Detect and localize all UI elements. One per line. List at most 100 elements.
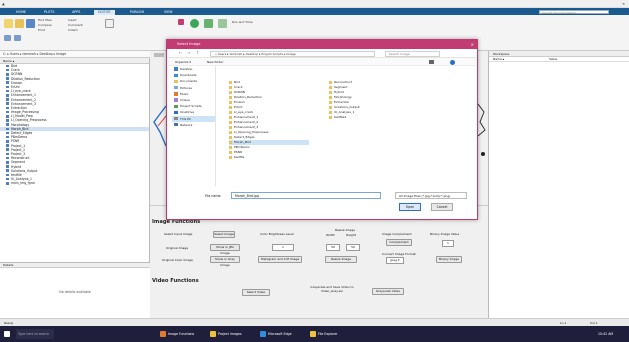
- dialog-search-input[interactable]: Search Image: [385, 50, 440, 57]
- tab-view[interactable]: VIEW: [160, 10, 177, 15]
- run-and-time-label[interactable]: Run and Time: [232, 20, 253, 24]
- run-section-icon[interactable]: [218, 19, 227, 28]
- image-file-icon: [329, 91, 333, 94]
- dialog-nav-label: Network: [180, 122, 193, 127]
- folder-file-item[interactable]: main_img_fgnd: [0, 181, 149, 185]
- file-icon: [6, 119, 9, 122]
- new-folder-button[interactable]: New folder: [207, 58, 223, 66]
- cancel-button[interactable]: Cancel: [431, 203, 453, 211]
- organize-menu[interactable]: Organize ▾: [175, 58, 191, 66]
- select-video-button[interactable]: Select Video: [242, 289, 270, 296]
- dialog-file-item[interactable]: testfile: [229, 155, 309, 160]
- forward-arrow-icon[interactable]: →: [187, 50, 190, 55]
- editor-tab[interactable]: [154, 53, 164, 57]
- taskbar-item-edge[interactable]: Microsoft Edge: [260, 329, 292, 339]
- grayscale-video-button[interactable]: Grayscale Video: [372, 288, 404, 295]
- save-icon[interactable]: [26, 19, 35, 28]
- back-arrow-icon[interactable]: ←: [179, 50, 182, 55]
- show-gray-button[interactable]: Show in Gray Image: [210, 256, 240, 267]
- comment-label[interactable]: Comment: [68, 23, 83, 27]
- dialog-file-label: Enhancement_1: [234, 115, 259, 119]
- file-icon: [6, 106, 9, 110]
- workspace-name-column[interactable]: Name ▴: [493, 57, 504, 62]
- image-gui-figure: Image Functions Select Input Image Selec…: [150, 205, 488, 317]
- dialog-file-label: LI_eye_crack: [234, 110, 254, 114]
- dialog-file-label: Dilation_Reduction: [234, 95, 263, 99]
- taskbar-item-project-images[interactable]: Project Images: [210, 329, 242, 339]
- dialog-file-item[interactable]: testfile2: [329, 115, 409, 120]
- image-file-icon: [229, 146, 233, 149]
- brightness-input[interactable]: 1: [272, 244, 294, 251]
- height-input[interactable]: 50: [346, 244, 360, 251]
- dialog-file-label: PSNR: [234, 150, 243, 154]
- dialog-file-label: Crack: [234, 85, 243, 89]
- indent-label[interactable]: Indent: [68, 28, 78, 32]
- details-text: No details available: [59, 290, 91, 294]
- image-file-icon: [329, 116, 333, 119]
- dialog-file-label: Erosion: [234, 100, 246, 104]
- print-label[interactable]: Print: [38, 28, 45, 32]
- tab-plots[interactable]: PLOTS: [40, 10, 58, 15]
- run-icon[interactable]: [190, 19, 199, 28]
- complement-button[interactable]: Complement: [386, 239, 412, 246]
- taskbar-item-image-functions[interactable]: Image Functions: [160, 329, 194, 339]
- start-icon[interactable]: [4, 329, 12, 339]
- dialog-nav-label: Project Scripts: [180, 104, 202, 109]
- resize-image-button[interactable]: Resize Image: [325, 256, 357, 263]
- binary-value-input[interactable]: 1: [442, 240, 454, 247]
- select-image-button[interactable]: Select Image: [213, 231, 235, 238]
- taskbar-clock: 10:42 AM: [598, 332, 614, 336]
- workspace-value-column[interactable]: Value: [549, 57, 557, 62]
- histogram-cdf-button[interactable]: Histogram and Cdf Image: [258, 256, 302, 263]
- open-button[interactable]: Open: [399, 203, 421, 211]
- dialog-address-bar[interactable]: « Users ▸ tammah ▸ Desktop ▸ Project Scr…: [210, 50, 375, 57]
- nav-forward-icon[interactable]: [14, 35, 21, 41]
- binary-image-button[interactable]: Binary Image: [436, 256, 462, 263]
- dialog-nav-pane: Desktop Downloads Documents Pictures Music Vi…: [172, 66, 216, 186]
- nav-folder-icon: [174, 104, 178, 108]
- tab-publish[interactable]: PUBLISH: [126, 10, 148, 15]
- width-input[interactable]: 50: [326, 244, 340, 251]
- dialog-title-bar: Select Image ✕: [167, 40, 477, 49]
- up-arrow-icon[interactable]: ↑: [196, 50, 199, 55]
- image-file-icon: [329, 96, 333, 99]
- view-options-icon[interactable]: [429, 60, 434, 64]
- tab-apps[interactable]: APPS: [68, 10, 84, 15]
- tab-home[interactable]: HOME: [12, 10, 30, 15]
- current-folder-path[interactable]: C: ▸ Users ▸ tammah ▸ Desktop ▸ Image: [0, 51, 150, 58]
- nav-folder-icon: [174, 79, 178, 84]
- format-select[interactable]: Jpeg ▾: [386, 257, 404, 264]
- image-file-icon: [329, 106, 333, 109]
- filename-label: File name:: [205, 194, 222, 198]
- file-icon: [6, 68, 9, 72]
- dialog-file-label: Enhancement_2: [234, 120, 259, 124]
- filename-input[interactable]: Morph_Bird.jpg: [231, 192, 381, 199]
- goto-icon[interactable]: [105, 19, 114, 28]
- insert-label[interactable]: Insert: [68, 18, 77, 22]
- taskbar-search[interactable]: Type here to search: [16, 329, 54, 339]
- show-jpg-button[interactable]: Show in JPG Image: [210, 244, 240, 255]
- run-advance-icon[interactable]: [204, 19, 213, 28]
- filetype-select[interactable]: All Image Files (*.jpg;*.bmp;*.png): [395, 192, 467, 199]
- image-file-icon: [229, 96, 233, 99]
- resize-image-label: Resize Image: [335, 228, 355, 232]
- help-icon[interactable]: [450, 59, 455, 65]
- dialog-nav-item[interactable]: Network: [172, 122, 215, 128]
- new-file-icon[interactable]: [4, 19, 13, 28]
- compare-label[interactable]: Compare: [38, 23, 52, 27]
- file-icon: [6, 161, 9, 164]
- documentation-search-input[interactable]: Search Documentation: [539, 9, 609, 15]
- file-icon: [6, 81, 9, 85]
- dialog-close-icon[interactable]: ✕: [471, 40, 474, 49]
- open-folder-icon[interactable]: [15, 19, 24, 28]
- folder-file-label: main_img_fgnd: [11, 181, 35, 186]
- image-file-icon: [329, 81, 333, 84]
- breakpoint-icon[interactable]: [178, 19, 184, 25]
- image-complement-label: Image Complement: [382, 232, 412, 236]
- find-files-label[interactable]: Find Files: [38, 18, 52, 22]
- convert-format-label: Convert Image Format: [382, 252, 416, 256]
- nav-back-icon[interactable]: [4, 35, 11, 41]
- close-window-icon[interactable]: ✕: [622, 2, 625, 6]
- tab-editor[interactable]: EDITOR: [94, 9, 115, 15]
- taskbar-item-file-explorer[interactable]: File Explorer: [310, 329, 338, 339]
